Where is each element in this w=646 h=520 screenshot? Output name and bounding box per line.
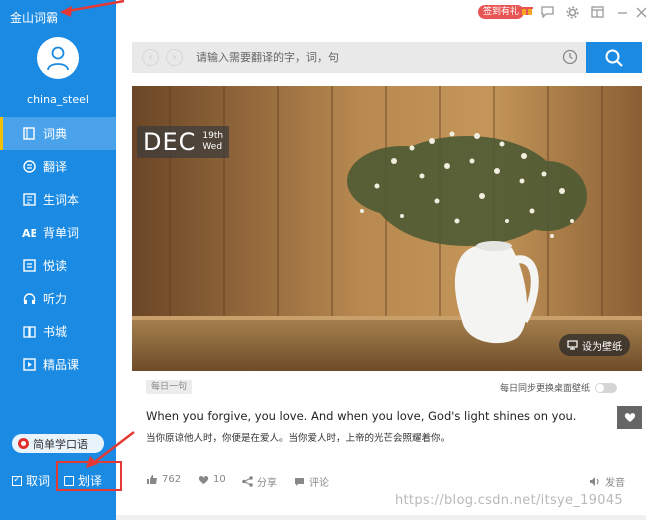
date-month: DEC: [143, 128, 197, 156]
recite-words-icon: AB: [22, 226, 36, 240]
sidebar-item-translate[interactable]: 翻译: [0, 150, 116, 183]
close-icon[interactable]: [634, 5, 646, 19]
sidebar-item-label: 书城: [43, 325, 68, 339]
date-badge: DEC 19th Wed: [137, 126, 230, 158]
share-icon: [242, 476, 253, 487]
daily-wallpaper-image: DEC 19th Wed 设为壁纸: [132, 86, 642, 371]
user-avatar-icon: [47, 46, 69, 71]
sidebar-item-bookstore[interactable]: 书城: [0, 315, 116, 348]
forward-icon[interactable]: ›: [166, 49, 183, 66]
username: china_steel: [27, 93, 89, 106]
annotation-highlight-box: [56, 461, 122, 491]
date-day-number: 19th: [202, 131, 224, 141]
sidebar-item-label: 悦读: [43, 259, 68, 273]
comment-label: 评论: [309, 478, 329, 489]
dictionary-icon: [22, 127, 36, 141]
sync-wallpaper-setting: 每日同步更换桌面壁纸: [500, 381, 618, 394]
signin-badge[interactable]: 签到有礼: [478, 5, 525, 19]
heart-icon: [624, 413, 635, 422]
sidebar-item-label: 背单词: [43, 226, 80, 240]
search-bar: ‹ ›: [132, 42, 586, 73]
quote-chinese: 当你原谅他人时，你便是在爱人。当你爱人时，上帝的光芒会照耀着你。: [146, 433, 451, 444]
search-icon: [605, 49, 623, 67]
speaker-icon: [590, 477, 599, 486]
sidebar-item-label: 词典: [43, 127, 68, 141]
set-wallpaper-button[interactable]: 设为壁纸: [559, 334, 630, 356]
sync-wallpaper-toggle[interactable]: [595, 382, 618, 393]
sidebar-item-label: 生词本: [43, 193, 80, 207]
date-weekday: Wed: [202, 142, 223, 152]
skin-icon[interactable]: [590, 5, 604, 19]
comment-icon: [295, 477, 304, 486]
sidebar-item-reading[interactable]: 悦读: [0, 249, 116, 282]
sidebar-item-label: 精品课: [43, 358, 80, 372]
like-count: 762: [162, 474, 182, 485]
set-wallpaper-label: 设为壁纸: [582, 341, 622, 353]
sidebar-item-recite-words[interactable]: AB 背单词: [0, 216, 116, 249]
message-icon[interactable]: [540, 5, 554, 19]
sidebar-item-label: 听力: [43, 292, 68, 306]
sidebar-item-wordbook[interactable]: 生词本: [0, 183, 116, 216]
bookstore-icon: [22, 325, 36, 339]
thumbs-up-icon: [147, 475, 157, 484]
watermark: https://blog.csdn.net/itsye_19045: [395, 493, 623, 508]
search-input[interactable]: [196, 42, 546, 73]
svg-text:AB: AB: [22, 227, 36, 239]
wordbook-icon: [22, 193, 36, 207]
sidebar-item-label: 翻译: [43, 160, 68, 174]
pronounce-action[interactable]: 发音: [589, 474, 625, 489]
capture-word-label: 取词: [26, 474, 51, 488]
sync-wallpaper-label: 每日同步更换桌面壁纸: [500, 384, 591, 394]
gear-icon[interactable]: [565, 5, 579, 19]
search-button[interactable]: [586, 42, 642, 73]
back-icon[interactable]: ‹: [142, 49, 159, 66]
favorite-count-action[interactable]: 10: [198, 474, 226, 485]
share-label: 分享: [257, 478, 277, 489]
translate-icon: [22, 160, 36, 174]
reading-icon: [22, 259, 36, 273]
heart-icon: [198, 475, 209, 484]
avatar[interactable]: [37, 37, 79, 79]
minimize-icon[interactable]: [615, 5, 629, 19]
pronounce-label: 发音: [605, 478, 625, 489]
bottom-divider: [116, 515, 646, 520]
share-action[interactable]: 分享: [242, 474, 277, 489]
daily-sentence-tag: 每日一句: [146, 380, 193, 394]
history-clock-icon[interactable]: [562, 49, 578, 65]
sidebar-item-dictionary[interactable]: 词典: [0, 117, 116, 150]
record-icon: [18, 438, 29, 449]
favorite-count: 10: [213, 474, 226, 485]
headphones-icon: [22, 292, 36, 306]
app-window: 金山词霸 china_steel 词典 翻译 生词本 AB 背单词 悦读 听力 …: [0, 0, 646, 520]
course-play-icon: [22, 358, 36, 372]
favorite-button[interactable]: [617, 406, 642, 429]
monitor-icon: [567, 340, 578, 350]
sidebar-nav: 词典 翻译 生词本 AB 背单词 悦读 听力 书城 精品课: [0, 117, 116, 381]
checkbox-checked-icon: ✓: [12, 475, 22, 486]
sidebar: 金山词霸 china_steel 词典 翻译 生词本 AB 背单词 悦读 听力 …: [0, 0, 135, 520]
like-action[interactable]: 762: [146, 474, 181, 485]
title-bar: 签到有礼: [116, 0, 646, 26]
sidebar-item-listening[interactable]: 听力: [0, 282, 116, 315]
app-title: 金山词霸: [10, 11, 59, 25]
sidebar-item-course[interactable]: 精品课: [0, 348, 116, 381]
date-day: 19th Wed: [202, 131, 223, 153]
quote-english: When you forgive, you love. And when you…: [146, 409, 577, 423]
capture-word-checkbox[interactable]: ✓ 取词: [12, 472, 50, 489]
gift-icon[interactable]: [521, 4, 533, 16]
comment-action[interactable]: 评论: [294, 474, 329, 489]
